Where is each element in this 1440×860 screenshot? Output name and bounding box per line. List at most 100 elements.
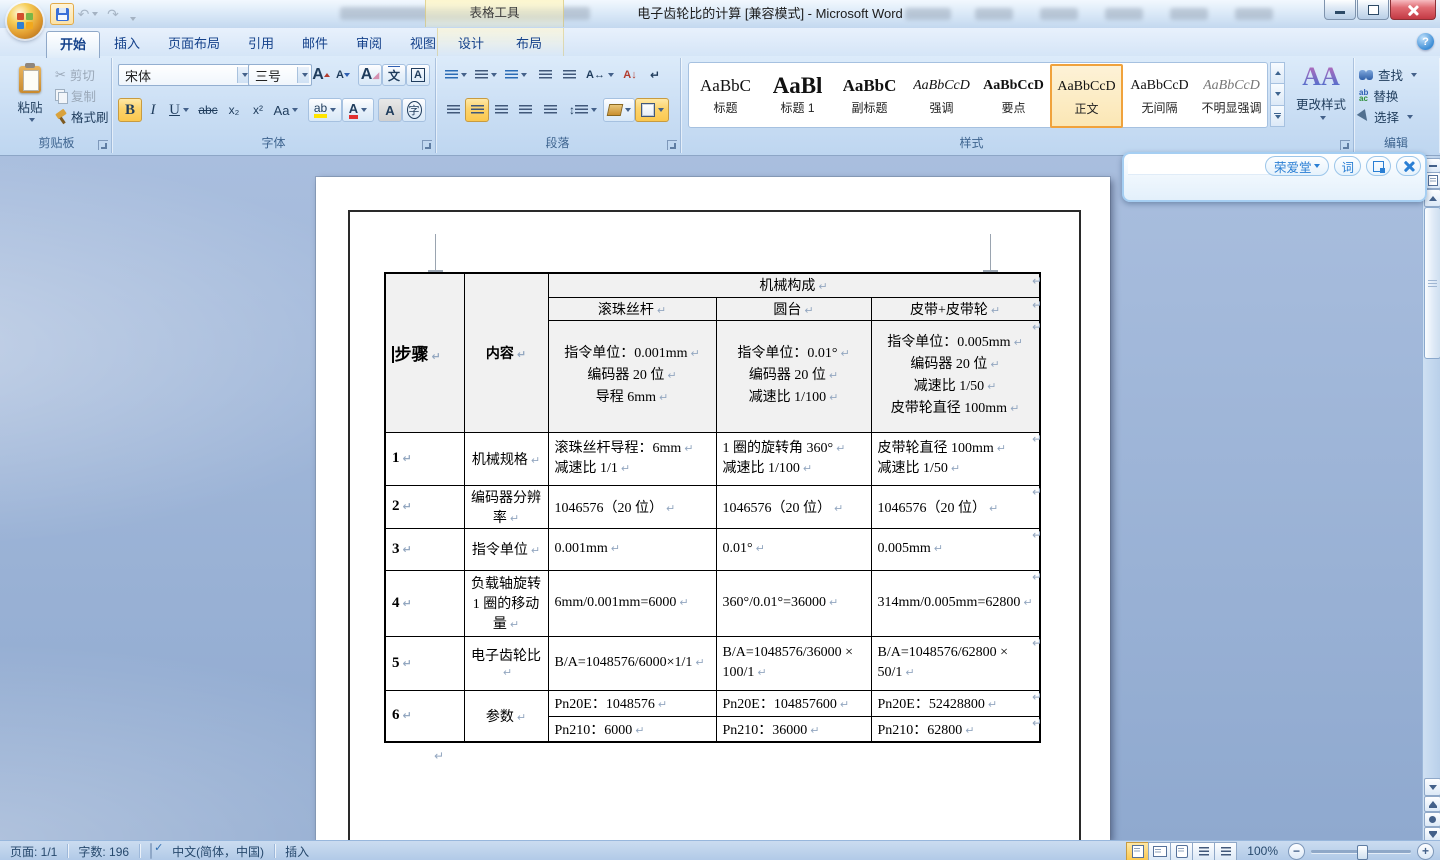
line-spacing-button[interactable]: ↕ (565, 98, 601, 122)
style-subtle-emphasis[interactable]: AaBbCcD不明显强调 (1196, 64, 1267, 126)
change-case-button[interactable]: Aa (270, 98, 302, 122)
ime-name-menu[interactable]: 荣爱堂 (1265, 156, 1330, 176)
select-browse-object-button[interactable] (1424, 812, 1440, 827)
table-cell-name[interactable]: 机械规格 (464, 432, 548, 485)
table-cell[interactable]: Pn210：36000 (716, 716, 871, 742)
multilevel-list-button[interactable] (501, 64, 531, 86)
align-left-button[interactable] (441, 98, 465, 122)
styles-more-button[interactable] (1270, 105, 1285, 127)
sort-button[interactable]: A↓ (617, 64, 643, 86)
font-size-dropdown[interactable] (297, 67, 309, 83)
table-cell-step[interactable]: 6 (385, 690, 464, 742)
tab-view[interactable]: 视图 (398, 31, 448, 56)
table-cell[interactable]: 314mm/0.005mm=62800 (871, 570, 1040, 636)
format-painter-button[interactable]: 格式刷 (54, 106, 110, 127)
tab-design[interactable]: 设计 (444, 31, 498, 56)
style-emphasis[interactable]: AaBbCcD强调 (906, 64, 977, 126)
clear-formatting-button[interactable]: A◢ (358, 64, 382, 86)
style-heading1[interactable]: AaBl标题 1 (762, 64, 833, 126)
table-cell[interactable]: Pn20E：52428800 (871, 690, 1040, 716)
increase-indent-button[interactable] (557, 64, 581, 86)
grow-font-button[interactable]: A (310, 64, 332, 86)
paste-button[interactable]: 粘贴 (8, 63, 52, 133)
styles-scroll-down-button[interactable] (1270, 83, 1285, 105)
table-cell[interactable]: B/A=1048576/62800 ×50/1 (871, 636, 1040, 690)
zoom-level[interactable]: 100% (1237, 844, 1288, 858)
style-heading[interactable]: AaBbC标题 (690, 64, 761, 126)
table-cell-content-header[interactable]: 内容 (464, 273, 548, 432)
borders-button[interactable] (635, 98, 669, 122)
table-cell-step[interactable]: 1 (385, 432, 464, 485)
fullscreen-reading-view-button[interactable] (1148, 842, 1171, 860)
text-highlight-button[interactable]: ab (308, 98, 342, 122)
table-cell[interactable]: 6mm/0.001mm=6000 (548, 570, 716, 636)
table-cell[interactable]: B/A=1048576/36000 ×100/1 (716, 636, 871, 690)
zoom-slider[interactable] (1311, 850, 1411, 853)
font-size-combo[interactable]: 三号 (248, 64, 312, 86)
subscript-button[interactable]: x₂ (222, 98, 246, 122)
table-cell[interactable]: Pn210：62800 (871, 716, 1040, 742)
numbering-button[interactable] (471, 64, 501, 86)
find-button[interactable]: 查找 (1353, 64, 1439, 85)
web-layout-view-button[interactable] (1170, 842, 1193, 860)
styles-dialog-launcher[interactable] (1340, 140, 1350, 150)
justify-button[interactable] (513, 98, 537, 122)
table-cell[interactable]: 1046576（20 位） (548, 485, 716, 528)
restore-button[interactable] (1357, 0, 1389, 20)
table-cell-machine-type[interactable]: 皮带+皮带轮 (871, 297, 1040, 320)
character-shading-button[interactable]: A (378, 98, 402, 122)
decrease-indent-button[interactable] (533, 64, 557, 86)
table-cell-machine-type[interactable]: 圆台 (716, 297, 871, 320)
document-page[interactable]: 步骤 内容 机械构成 滚珠丝杆 圆台 皮带+皮带轮 指令单位：0.001mm 编… (316, 177, 1110, 840)
bullets-button[interactable] (441, 64, 471, 86)
table-cell[interactable]: 皮带轮直径 100mm减速比 1/50 (871, 432, 1040, 485)
table-cell-step[interactable]: 5 (385, 636, 464, 690)
style-strong[interactable]: AaBbCcD要点 (978, 64, 1049, 126)
zoom-slider-thumb[interactable] (1357, 845, 1368, 860)
redo-button[interactable]: ↷ (102, 4, 124, 24)
select-button[interactable]: 选择 (1353, 106, 1439, 127)
ime-pad-button[interactable] (1366, 156, 1391, 176)
customize-qat-icon[interactable] (130, 17, 136, 21)
asian-layout-button[interactable]: A↔ (583, 64, 617, 86)
table-cell-step[interactable]: 3 (385, 528, 464, 570)
table-cell-name[interactable]: 指令单位 (464, 528, 548, 570)
close-button[interactable] (1390, 0, 1436, 20)
table-cell[interactable]: 360°/0.01°=36000 (716, 570, 871, 636)
table-cell[interactable]: 0.001mm (548, 528, 716, 570)
table-cell[interactable]: 0.005mm (871, 528, 1040, 570)
table-cell-spec[interactable]: 指令单位：0.01° 编码器 20 位 减速比 1/100 (716, 320, 871, 432)
change-styles-button[interactable]: AA 更改样式 (1292, 62, 1350, 134)
table-cell[interactable]: 滚珠丝杆导程：6mm减速比 1/1 (548, 432, 716, 485)
phonetic-guide-button[interactable]: 文 (382, 64, 406, 86)
scrollbar-thumb[interactable] (1424, 207, 1440, 359)
font-family-combo[interactable]: 宋体 (118, 64, 252, 86)
tab-home[interactable]: 开始 (46, 31, 100, 58)
font-color-button[interactable]: A (342, 98, 374, 122)
scroll-down-button[interactable] (1424, 778, 1440, 796)
clipboard-dialog-launcher[interactable] (98, 140, 108, 150)
table-cell-spec[interactable]: 指令单位：0.005mm 编码器 20 位 减速比 1/50 皮带轮直径 100… (871, 320, 1040, 432)
align-center-button[interactable] (465, 98, 489, 122)
table-cell-step[interactable]: 4 (385, 570, 464, 636)
tab-page-layout[interactable]: 页面布局 (156, 31, 232, 56)
gear-ratio-table[interactable]: 步骤 内容 机械构成 滚珠丝杆 圆台 皮带+皮带轮 指令单位：0.001mm 编… (384, 272, 1041, 743)
table-cell[interactable]: 0.01° (716, 528, 871, 570)
replace-button[interactable]: abac替换 (1353, 85, 1439, 106)
draft-view-button[interactable] (1214, 842, 1237, 860)
table-cell[interactable]: 1 圈的旋转角 360°减速比 1/100 (716, 432, 871, 485)
tab-layout[interactable]: 布局 (502, 31, 556, 56)
table-cell[interactable]: B/A=1048576/6000×1/1 (548, 636, 716, 690)
office-button[interactable] (7, 3, 43, 39)
minimize-button[interactable] (1324, 0, 1356, 20)
ime-close-button[interactable] (1396, 156, 1421, 176)
table-cell[interactable]: Pn20E：1048576 (548, 690, 716, 716)
superscript-button[interactable]: x² (246, 98, 270, 122)
table-cell-name[interactable]: 负载轴旋转 1 圈的移动量 (464, 570, 548, 636)
table-cell[interactable]: 1046576（20 位） (716, 485, 871, 528)
font-dialog-launcher[interactable] (422, 140, 432, 150)
strikethrough-button[interactable]: abc (194, 98, 222, 122)
proofing-status[interactable] (140, 844, 162, 858)
table-cell-name[interactable]: 参数 (464, 690, 548, 742)
help-button[interactable]: ? (1417, 33, 1434, 50)
